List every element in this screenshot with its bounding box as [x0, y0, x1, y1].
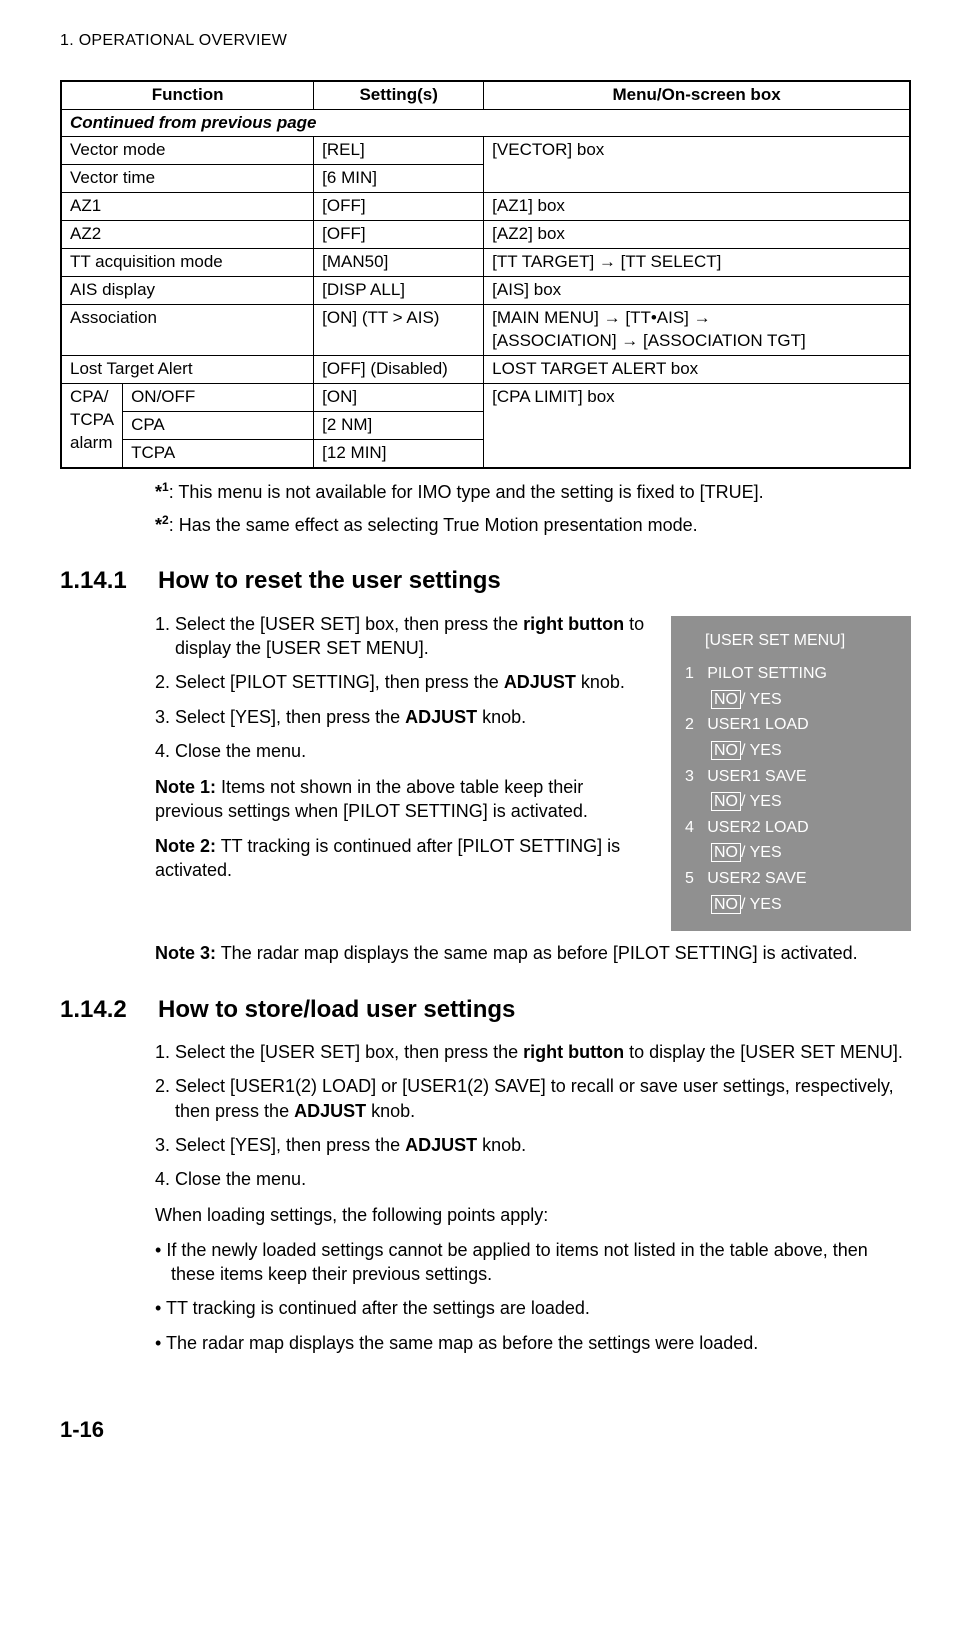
col-function: Function: [61, 81, 314, 109]
cell-menu: [AZ1] box: [484, 193, 910, 221]
cell-function: TT acquisition mode: [61, 249, 314, 277]
cell-function: Vector time: [61, 165, 314, 193]
menu-option: NO/ YES: [711, 840, 897, 866]
list-item: TT tracking is continued after the setti…: [155, 1296, 911, 1320]
footnote-2: *2: Has the same effect as selecting Tru…: [155, 512, 911, 537]
cell-menu: [CPA LIMIT] box: [484, 383, 910, 467]
cell-setting: [DISP ALL]: [314, 277, 484, 305]
cell-menu: [MAIN MENU] → [TT•AIS] → [ASSOCIATION] →…: [484, 305, 910, 356]
table-row: CPA/TCPAalarm ON/OFF [ON] [CPA LIMIT] bo…: [61, 383, 910, 411]
footnote-1: *1: This menu is not available for IMO t…: [155, 479, 911, 504]
reset-steps: Select the [USER SET] box, then press th…: [155, 612, 651, 763]
list-item: Close the menu.: [175, 739, 651, 763]
table-row: AZ2 [OFF] [AZ2] box: [61, 221, 910, 249]
cell-sub: TCPA: [123, 439, 314, 467]
list-item: Select [YES], then press the ADJUST knob…: [175, 1133, 911, 1157]
cell-function-group: CPA/TCPAalarm: [61, 383, 123, 467]
list-item: Close the menu.: [175, 1167, 911, 1191]
menu-item: 2 USER1 LOAD: [685, 712, 897, 738]
cell-setting: [MAN50]: [314, 249, 484, 277]
store-load-steps: Select the [USER SET] box, then press th…: [155, 1040, 911, 1191]
cell-setting: [OFF]: [314, 193, 484, 221]
list-item: Select [USER1(2) LOAD] or [USER1(2) SAVE…: [175, 1074, 911, 1123]
cell-setting: [REL]: [314, 137, 484, 165]
cell-menu: LOST TARGET ALERT box: [484, 355, 910, 383]
cell-menu: [AZ2] box: [484, 221, 910, 249]
page-header: 1. OPERATIONAL OVERVIEW: [60, 30, 911, 52]
list-item: Select [PILOT SETTING], then press the A…: [175, 670, 651, 694]
menu-item: 1 PILOT SETTING: [685, 661, 897, 687]
list-item: If the newly loaded settings cannot be a…: [155, 1238, 911, 1287]
page-number: 1-16: [60, 1415, 911, 1445]
cell-setting: [ON] (TT > AIS): [314, 305, 484, 356]
cell-sub: ON/OFF: [123, 383, 314, 411]
menu-option: NO/ YES: [711, 789, 897, 815]
cell-function: AZ1: [61, 193, 314, 221]
note-3: Note 3: The radar map displays the same …: [155, 941, 911, 965]
section-1-14-2-heading: 1.14.2 How to store/load user settings: [60, 994, 911, 1026]
menu-item: 3 USER1 SAVE: [685, 764, 897, 790]
cell-setting: [6 MIN]: [314, 165, 484, 193]
cell-function: Lost Target Alert: [61, 355, 314, 383]
note-2: Note 2: TT tracking is continued after […: [155, 834, 651, 883]
cell-function: Vector mode: [61, 137, 314, 165]
table-row: Lost Target Alert [OFF] (Disabled) LOST …: [61, 355, 910, 383]
after-steps-text: When loading settings, the following poi…: [155, 1203, 911, 1227]
menu-title: [USER SET MENU]: [705, 628, 897, 654]
table-row: Vector mode [REL] [VECTOR] box: [61, 137, 910, 165]
cell-setting: [2 NM]: [314, 411, 484, 439]
table-row: AZ1 [OFF] [AZ1] box: [61, 193, 910, 221]
user-set-menu-box: [USER SET MENU] 1 PILOT SETTING NO/ YES …: [671, 616, 911, 932]
cell-setting: [OFF] (Disabled): [314, 355, 484, 383]
table-row: Association [ON] (TT > AIS) [MAIN MENU] …: [61, 305, 910, 356]
col-settings: Setting(s): [314, 81, 484, 109]
cell-setting: [ON]: [314, 383, 484, 411]
cell-function: AZ2: [61, 221, 314, 249]
list-item: Select the [USER SET] box, then press th…: [175, 1040, 911, 1064]
note-1: Note 1: Items not shown in the above tab…: [155, 775, 651, 824]
table-row: TT acquisition mode [MAN50] [TT TARGET] …: [61, 249, 910, 277]
cell-menu: [VECTOR] box: [484, 137, 910, 193]
menu-option: NO/ YES: [711, 687, 897, 713]
list-item: Select the [USER SET] box, then press th…: [175, 612, 651, 661]
list-item: Select [YES], then press the ADJUST knob…: [175, 705, 651, 729]
cell-function: AIS display: [61, 277, 314, 305]
list-item: The radar map displays the same map as b…: [155, 1331, 911, 1355]
section-1-14-1-heading: 1.14.1 How to reset the user settings: [60, 565, 911, 597]
col-menu: Menu/On-screen box: [484, 81, 910, 109]
cell-menu: [AIS] box: [484, 277, 910, 305]
table-row: AIS display [DISP ALL] [AIS] box: [61, 277, 910, 305]
menu-option: NO/ YES: [711, 892, 897, 918]
menu-item: 5 USER2 SAVE: [685, 866, 897, 892]
loading-notes-list: If the newly loaded settings cannot be a…: [155, 1238, 911, 1355]
cell-setting: [12 MIN]: [314, 439, 484, 467]
cell-sub: CPA: [123, 411, 314, 439]
settings-table: Function Setting(s) Menu/On-screen box C…: [60, 80, 911, 469]
cell-menu: [TT TARGET] → [TT SELECT]: [484, 249, 910, 277]
menu-item: 4 USER2 LOAD: [685, 815, 897, 841]
continued-label: Continued from previous page: [61, 109, 910, 137]
cell-function: Association: [61, 305, 314, 356]
menu-option: NO/ YES: [711, 738, 897, 764]
cell-setting: [OFF]: [314, 221, 484, 249]
